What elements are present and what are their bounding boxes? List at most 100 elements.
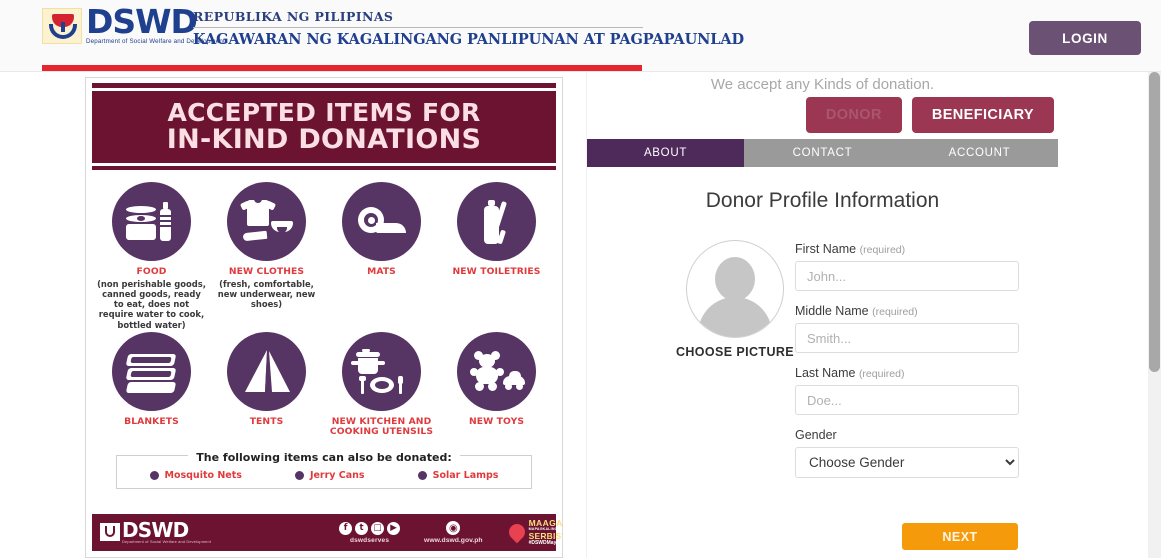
role-selector: DONOR BENEFICIARY xyxy=(805,97,1054,133)
republic-titles: REPUBLIKA NG PILIPINAS KAGAWARAN NG KAGA… xyxy=(193,9,744,48)
list-item: Jerry Cans xyxy=(294,469,365,481)
user-avatar-placeholder-icon[interactable] xyxy=(686,240,784,338)
item-title: FOOD xyxy=(136,266,167,277)
clothes-icon xyxy=(227,182,306,261)
donation-item: NEW CLOTHES (fresh, comfortable, new und… xyxy=(209,182,324,330)
bullet-dot-icon xyxy=(294,470,304,480)
poster-heading: ACCEPTED ITEMS FOR IN-KIND DONATIONS xyxy=(92,91,556,163)
item-title: BLANKETS xyxy=(124,415,179,427)
gender-field-group: Gender Choose Gender xyxy=(795,428,1019,478)
footer-website-block: ◉ www.dswd.gov.ph xyxy=(424,521,483,544)
accepted-items-poster: ACCEPTED ITEMS FOR IN-KIND DONATIONS FOO… xyxy=(85,77,563,558)
last-name-field-group: Last Name (required) xyxy=(795,366,1019,415)
footer-emblem-icon xyxy=(100,523,120,541)
department-line: KAGAWARAN NG KAGALINGANG PANLIPUNAN AT P… xyxy=(193,31,744,48)
campaign-hashtag: #DSWDMayMalasakit xyxy=(528,539,563,546)
tab-account[interactable]: ACCOUNT xyxy=(901,139,1058,167)
item-title: NEW CLOTHES xyxy=(228,266,305,277)
item-title: TENTS xyxy=(249,415,284,427)
additional-items-box: The following items can also be donated:… xyxy=(116,450,532,489)
donation-item: MATS xyxy=(324,182,439,330)
gender-select[interactable]: Choose Gender xyxy=(795,447,1019,478)
item-title: NEW TOYS xyxy=(468,415,525,427)
additional-item-label: Solar Lamps xyxy=(432,469,499,481)
label-text: First Name xyxy=(795,242,857,256)
additional-item-label: Jerry Cans xyxy=(309,469,365,481)
footer-tagline: Department of Social Welfare and Develop… xyxy=(122,539,212,544)
website-url: www.dswd.gov.ph xyxy=(424,537,483,544)
republic-line: REPUBLIKA NG PILIPINAS xyxy=(193,9,394,24)
profile-form-fields: First Name (required) Middle Name (requi… xyxy=(795,242,1019,491)
donation-items-grid: FOOD (non perishable goods, canned goods… xyxy=(94,182,554,439)
last-name-input[interactable] xyxy=(795,385,1019,415)
login-button[interactable]: LOGIN xyxy=(1029,21,1141,55)
bullet-dot-icon xyxy=(149,470,159,480)
first-name-field-group: First Name (required) xyxy=(795,242,1019,291)
last-name-label: Last Name (required) xyxy=(795,366,1019,380)
required-note: (required) xyxy=(858,368,905,380)
dswd-emblem-icon xyxy=(42,8,82,44)
heart-icon xyxy=(505,521,528,544)
form-title: Donor Profile Information xyxy=(705,189,940,212)
donor-role-button[interactable]: DONOR xyxy=(805,97,902,133)
tab-about[interactable]: ABOUT xyxy=(587,139,744,167)
item-description: (fresh, comfortable, new underwear, new … xyxy=(217,278,316,310)
poster-top-rule xyxy=(92,83,556,88)
panel-tabs: ABOUT CONTACT ACCOUNT xyxy=(587,139,1058,167)
first-name-label: First Name (required) xyxy=(795,242,1019,256)
red-accent-bar xyxy=(42,65,642,71)
facebook-icon[interactable]: f xyxy=(339,521,353,535)
middle-name-input[interactable] xyxy=(795,323,1019,353)
bullet-dot-icon xyxy=(417,470,427,480)
poster-title-line1: ACCEPTED ITEMS FOR xyxy=(167,98,481,128)
page-scrollbar[interactable] xyxy=(1148,72,1161,558)
beneficiary-role-button[interactable]: BENEFICIARY xyxy=(911,97,1054,133)
donation-item: TENTS xyxy=(209,331,324,439)
additional-items-title-wrap: The following items can also be donated: xyxy=(117,448,531,466)
donation-item: NEW TOYS xyxy=(439,331,554,439)
footer-campaign-block: MAAGAP MAPAGKALINGANG SERBISYO! #DSWDMay… xyxy=(505,519,563,546)
donor-registration-panel: We accept any Kinds of donation. DONOR B… xyxy=(586,72,1058,558)
label-text: Middle Name xyxy=(795,304,869,318)
label-text: Gender xyxy=(795,428,837,442)
instagram-icon[interactable]: □ xyxy=(371,521,385,535)
item-description: (non perishable goods, canned goods, rea… xyxy=(97,278,206,330)
item-title: MATS xyxy=(367,266,396,277)
list-item: Solar Lamps xyxy=(417,469,499,481)
poster-heading-rule xyxy=(92,166,556,170)
tab-contact[interactable]: CONTACT xyxy=(744,139,901,167)
first-name-input[interactable] xyxy=(795,261,1019,291)
donation-item: NEW KITCHEN AND COOKING UTENSILS xyxy=(324,331,439,439)
rolled-mat-icon xyxy=(342,182,421,261)
donation-item: NEW TOILETRIES xyxy=(439,182,554,330)
toothpaste-toothbrush-icon xyxy=(457,182,536,261)
accept-donation-note: We accept any Kinds of donation. xyxy=(710,76,935,93)
twitter-icon[interactable]: t xyxy=(355,521,369,535)
list-item: Mosquito Nets xyxy=(149,469,242,481)
globe-icon: ◉ xyxy=(446,521,461,535)
required-note: (required) xyxy=(859,244,906,256)
cooking-pot-plate-icon xyxy=(342,331,421,411)
item-title: NEW TOILETRIES xyxy=(452,266,541,277)
social-handle: dswdserves xyxy=(349,536,390,544)
scrollbar-thumb[interactable] xyxy=(1149,72,1160,372)
donation-item: BLANKETS xyxy=(94,331,209,439)
teddy-bear-toy-car-icon xyxy=(457,331,536,411)
item-title: NEW KITCHEN AND COOKING UTENSILS xyxy=(329,415,434,438)
canned-food-icon xyxy=(112,182,191,261)
footer-social-block: f t □ ▶ dswdserves xyxy=(339,521,401,544)
poster-footer: DSWD Department of Social Welfare and De… xyxy=(92,514,562,551)
next-button[interactable]: NEXT xyxy=(902,523,1018,550)
additional-items-title: The following items can also be donated: xyxy=(188,450,460,464)
label-text: Last Name xyxy=(795,366,856,380)
footer-wordmark: DSWD xyxy=(122,518,189,542)
footer-logo: DSWD Department of Social Welfare and De… xyxy=(100,518,212,544)
middle-name-field-group: Middle Name (required) xyxy=(795,304,1019,353)
site-header: DSWD Department of Social Welfare and De… xyxy=(0,0,1161,72)
poster-title-line2: IN-KIND DONATIONS xyxy=(166,123,482,155)
donation-item: FOOD (non perishable goods, canned goods… xyxy=(94,182,209,330)
additional-item-label: Mosquito Nets xyxy=(164,469,242,481)
gender-label: Gender xyxy=(795,428,1019,442)
youtube-icon[interactable]: ▶ xyxy=(387,521,401,535)
tent-icon xyxy=(227,331,306,411)
